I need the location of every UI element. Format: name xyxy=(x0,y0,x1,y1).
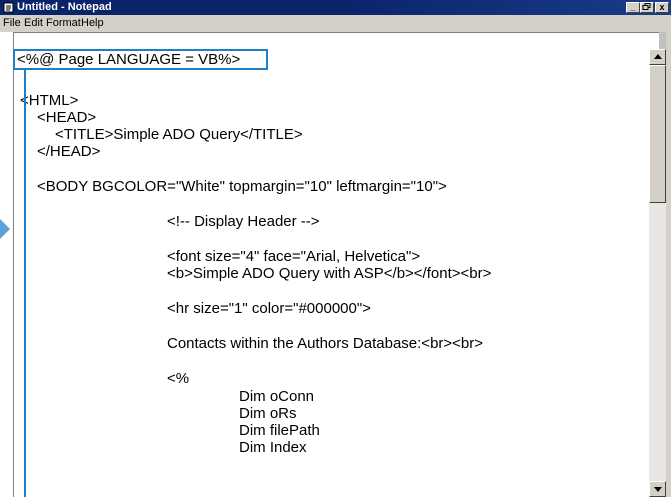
title-bar[interactable]: Untitled - Notepad _ x xyxy=(0,0,671,15)
menu-help[interactable]: Help xyxy=(81,17,104,30)
notepad-icon xyxy=(3,2,14,13)
minimize-icon: _ xyxy=(630,2,636,12)
close-button[interactable]: x xyxy=(655,2,669,13)
code-line-dim-filepath: Dim filePath xyxy=(239,422,320,439)
code-line-title: <TITLE>Simple ADO Query</TITLE> xyxy=(55,126,303,143)
vertical-scrollbar[interactable] xyxy=(649,49,666,497)
code-line-head-open: <HEAD> xyxy=(37,109,97,126)
code-line-html-open: <HTML> xyxy=(20,92,79,109)
code-line-contacts: Contacts within the Authors Database:<br… xyxy=(167,335,484,352)
highlight-box xyxy=(13,49,268,70)
code-line-head-close: </HEAD> xyxy=(37,143,101,160)
menu-edit[interactable]: Edit xyxy=(24,17,43,30)
window-title: Untitled - Notepad xyxy=(17,1,112,13)
pointer-arrow-icon xyxy=(0,219,10,239)
notepad-window: Untitled - Notepad _ x File Edit Format … xyxy=(0,0,671,497)
right-frame xyxy=(666,32,671,497)
guide-line xyxy=(24,69,26,497)
scroll-thumb[interactable] xyxy=(649,65,666,203)
close-icon: x xyxy=(659,2,665,12)
code-line-comment: <!-- Display Header --> xyxy=(167,213,320,230)
code-line-hr: <hr size="1" color="#000000"> xyxy=(167,300,371,317)
left-margin xyxy=(0,32,13,497)
scroll-down-button[interactable] xyxy=(649,481,666,497)
code-line-font: <font size="4" face="Arial, Helvetica"> xyxy=(167,248,421,265)
arrow-up-icon xyxy=(654,54,662,59)
minimize-button[interactable]: _ xyxy=(626,2,640,13)
maximize-button[interactable] xyxy=(640,2,654,13)
restore-icon xyxy=(642,3,651,10)
code-line-body: <BODY BGCOLOR="White" topmargin="10" lef… xyxy=(37,178,447,195)
code-line-asp-open: <% xyxy=(167,370,190,387)
code-line-bold: <b>Simple ADO Query with ASP</b></font><… xyxy=(167,265,492,282)
scroll-up-button[interactable] xyxy=(649,49,666,65)
code-line-dim-oconn: Dim oConn xyxy=(239,388,315,405)
menu-bar: File Edit Format Help xyxy=(0,15,671,32)
arrow-down-icon xyxy=(654,487,662,492)
code-line-dim-index: Dim Index xyxy=(239,439,307,456)
code-line-dim-ors: Dim oRs xyxy=(239,405,297,422)
menu-file[interactable]: File xyxy=(3,17,21,30)
menu-format[interactable]: Format xyxy=(46,17,81,30)
